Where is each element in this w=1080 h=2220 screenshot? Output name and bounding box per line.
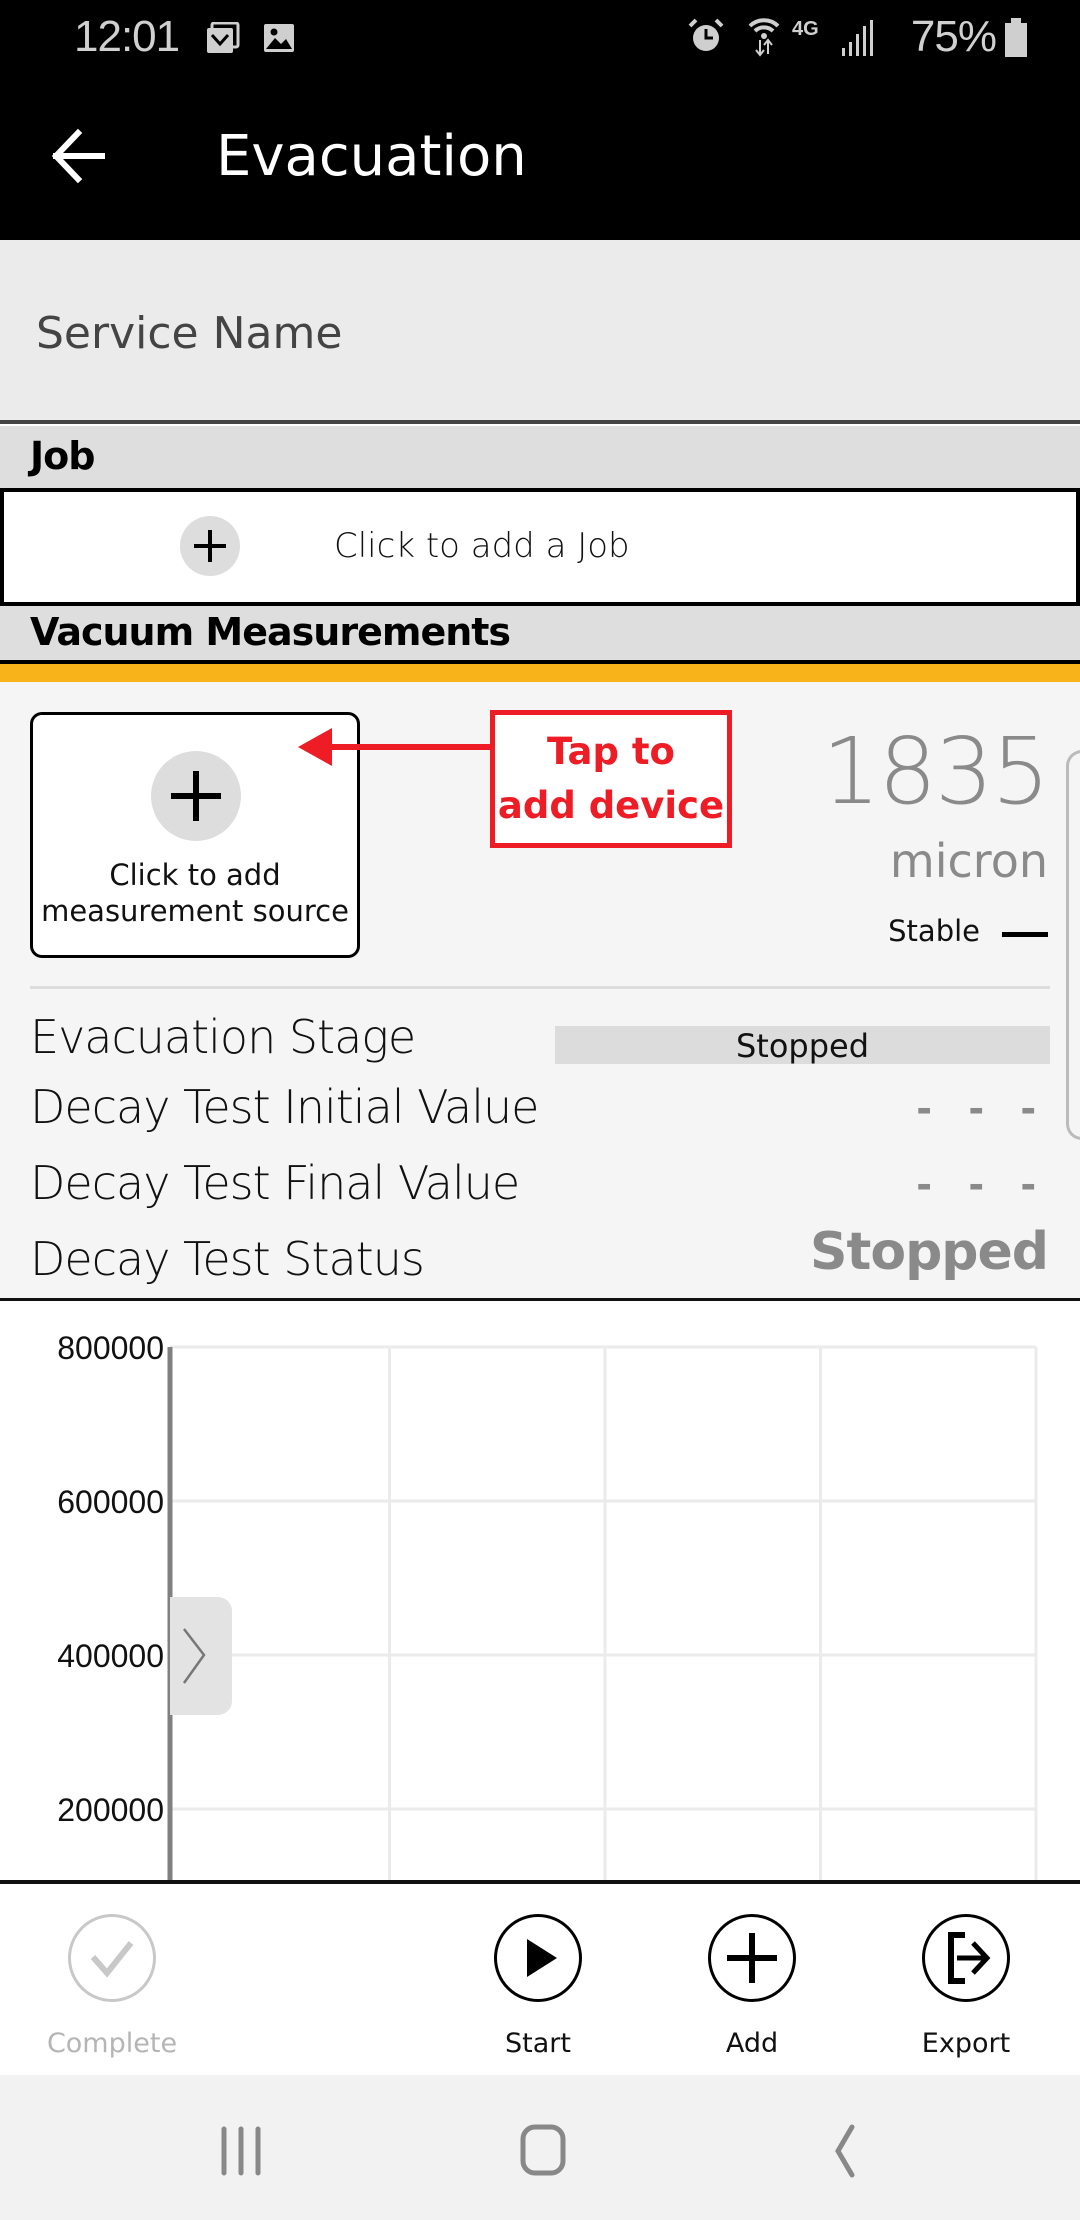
chart-expand-button[interactable] bbox=[170, 1597, 232, 1715]
signal-icon bbox=[842, 20, 873, 56]
decay-initial-label: Decay Test Initial Value bbox=[30, 1080, 539, 1134]
divider bbox=[30, 986, 1050, 989]
image-notification-icon bbox=[264, 24, 294, 52]
job-section-header: Job bbox=[0, 426, 1080, 488]
complete-label: Complete bbox=[46, 2028, 178, 2059]
page-title: Evacuation bbox=[216, 124, 527, 189]
app-bar: Evacuation bbox=[0, 72, 1080, 240]
evacuation-stage-label: Evacuation Stage bbox=[30, 1010, 416, 1064]
add-source-label-line1: Click to add bbox=[109, 858, 281, 892]
decay-status-label: Decay Test Status bbox=[30, 1232, 425, 1286]
job-header-label: Job bbox=[30, 434, 95, 478]
chart-y-tick-label: 400000 bbox=[57, 1638, 164, 1674]
plus-circle-icon bbox=[708, 1914, 796, 2002]
home-icon bbox=[520, 2124, 566, 2176]
divider bbox=[0, 420, 1080, 424]
chevron-right-icon bbox=[182, 1628, 206, 1684]
service-name-placeholder: Service Name bbox=[36, 308, 343, 359]
back-button[interactable] bbox=[40, 120, 120, 190]
stability-trend-icon bbox=[1002, 932, 1048, 937]
battery-percent: 75% bbox=[910, 12, 997, 61]
service-name-field[interactable]: Service Name bbox=[0, 240, 1080, 420]
4g-lte-icon: 4G bbox=[792, 18, 819, 40]
system-nav-bar bbox=[0, 2075, 1080, 2220]
add-label: Add bbox=[725, 2028, 779, 2059]
stability-status: Stable bbox=[888, 914, 980, 948]
recents-icon bbox=[221, 2126, 261, 2176]
back-icon bbox=[835, 2124, 855, 2178]
add-job-button[interactable]: Click to add a Job bbox=[0, 488, 1080, 606]
decay-final-value: - - - bbox=[916, 1157, 1048, 1209]
export-label: Export bbox=[921, 2028, 1011, 2059]
decay-initial-value: - - - bbox=[916, 1081, 1048, 1133]
wifi-icon bbox=[748, 18, 780, 57]
start-button[interactable]: Start bbox=[458, 1914, 618, 2064]
home-button[interactable] bbox=[498, 2111, 588, 2191]
add-source-label: Click to add measurement source bbox=[33, 857, 357, 929]
vacuum-reading-value: 1835 bbox=[821, 718, 1050, 825]
chart-canvas: 800000 600000 400000 200000 bbox=[57, 1330, 1038, 1881]
add-button[interactable]: Add bbox=[672, 1914, 832, 2064]
decay-status-value: Stopped bbox=[810, 1222, 1049, 1282]
measurement-panel: Click to add measurement source Tap to a… bbox=[0, 682, 1080, 1298]
complete-button[interactable]: Complete bbox=[32, 1914, 192, 2064]
vacuum-header-label: Vacuum Measurements bbox=[30, 610, 511, 654]
tap-to-add-device-callout: Tap to add device bbox=[490, 710, 732, 848]
status-bar: 12:01 4G 75% bbox=[0, 0, 1080, 72]
arrow-left-icon bbox=[51, 128, 105, 184]
plus-icon bbox=[151, 751, 241, 841]
vacuum-reading-unit: micron bbox=[889, 834, 1048, 888]
recents-button[interactable] bbox=[196, 2111, 286, 2191]
side-panel-handle[interactable] bbox=[1066, 750, 1080, 1140]
vacuum-chart[interactable]: 800000 600000 400000 200000 bbox=[0, 1301, 1080, 1881]
callout-line1: Tap to bbox=[547, 730, 675, 773]
play-circle-icon bbox=[494, 1914, 582, 2002]
checkmark-circle-icon bbox=[68, 1914, 156, 2002]
alarm-icon bbox=[688, 18, 724, 51]
evacuation-stage-value: Stopped bbox=[555, 1026, 1050, 1065]
decay-final-label: Decay Test Final Value bbox=[30, 1156, 520, 1210]
system-back-button[interactable] bbox=[800, 2111, 890, 2191]
add-job-label: Click to add a Job bbox=[334, 526, 630, 566]
callout-line2: add device bbox=[497, 784, 725, 827]
action-bar: Complete Start Add Export bbox=[0, 1884, 1080, 2074]
start-label: Start bbox=[505, 2028, 571, 2059]
export-icon bbox=[922, 1914, 1010, 2002]
callout-arrow-icon bbox=[298, 728, 490, 766]
battery-icon bbox=[1005, 18, 1027, 57]
chart-y-tick-label: 800000 bbox=[57, 1330, 164, 1366]
chart-y-tick-label: 600000 bbox=[57, 1484, 164, 1520]
accent-bar bbox=[0, 664, 1080, 682]
chart-y-tick-label: 200000 bbox=[57, 1792, 164, 1828]
status-time: 12:01 bbox=[74, 12, 180, 61]
email-notification-icon bbox=[207, 22, 240, 53]
add-source-label-line2: measurement source bbox=[41, 894, 349, 928]
export-button[interactable]: Export bbox=[886, 1914, 1046, 2064]
plus-icon bbox=[180, 516, 240, 576]
vacuum-section-header: Vacuum Measurements bbox=[0, 606, 1080, 664]
